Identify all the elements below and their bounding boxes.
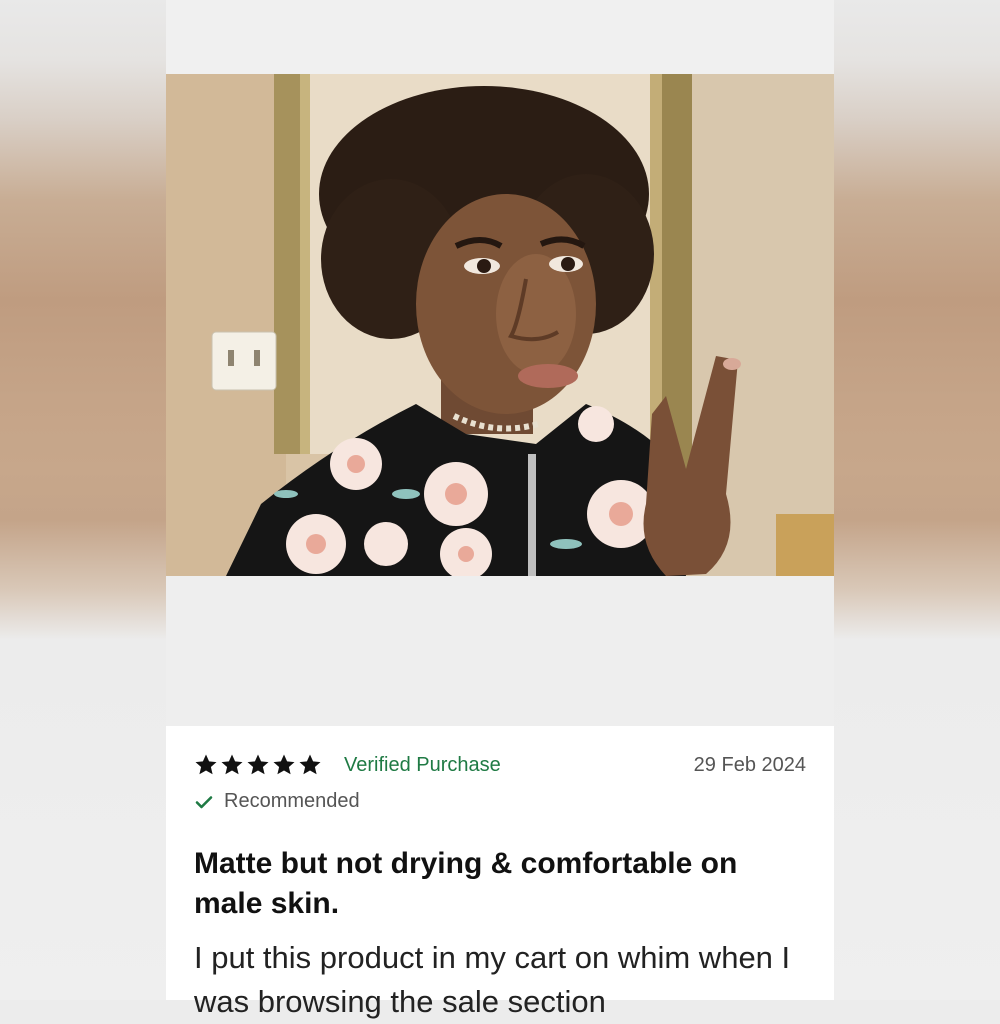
review-title: Matte but not drying & comfortable on ma… bbox=[194, 847, 738, 920]
star-icon bbox=[221, 754, 243, 775]
recommended-row: Recommended bbox=[194, 790, 360, 813]
review-photo[interactable] bbox=[166, 74, 834, 576]
star-rating bbox=[194, 753, 322, 777]
recommended-label: Recommended bbox=[224, 790, 360, 812]
verified-purchase-label: Verified Purchase bbox=[344, 753, 501, 776]
star-icon bbox=[273, 754, 295, 775]
star-icon bbox=[195, 754, 217, 775]
review-meta-row: Verified Purchase 29 Feb 2024 bbox=[194, 750, 806, 780]
review-card: Verified Purchase 29 Feb 2024 Recommende… bbox=[166, 726, 834, 1019]
review-date: 29 Feb 2024 bbox=[693, 753, 806, 776]
star-icon bbox=[299, 754, 321, 775]
checkmark-icon bbox=[195, 795, 213, 808]
review-body: I put this product in my cart on whim wh… bbox=[194, 940, 791, 1019]
review-photo-illustration bbox=[166, 74, 834, 576]
photo-letterbox bbox=[166, 576, 834, 726]
star-icon bbox=[247, 754, 269, 775]
